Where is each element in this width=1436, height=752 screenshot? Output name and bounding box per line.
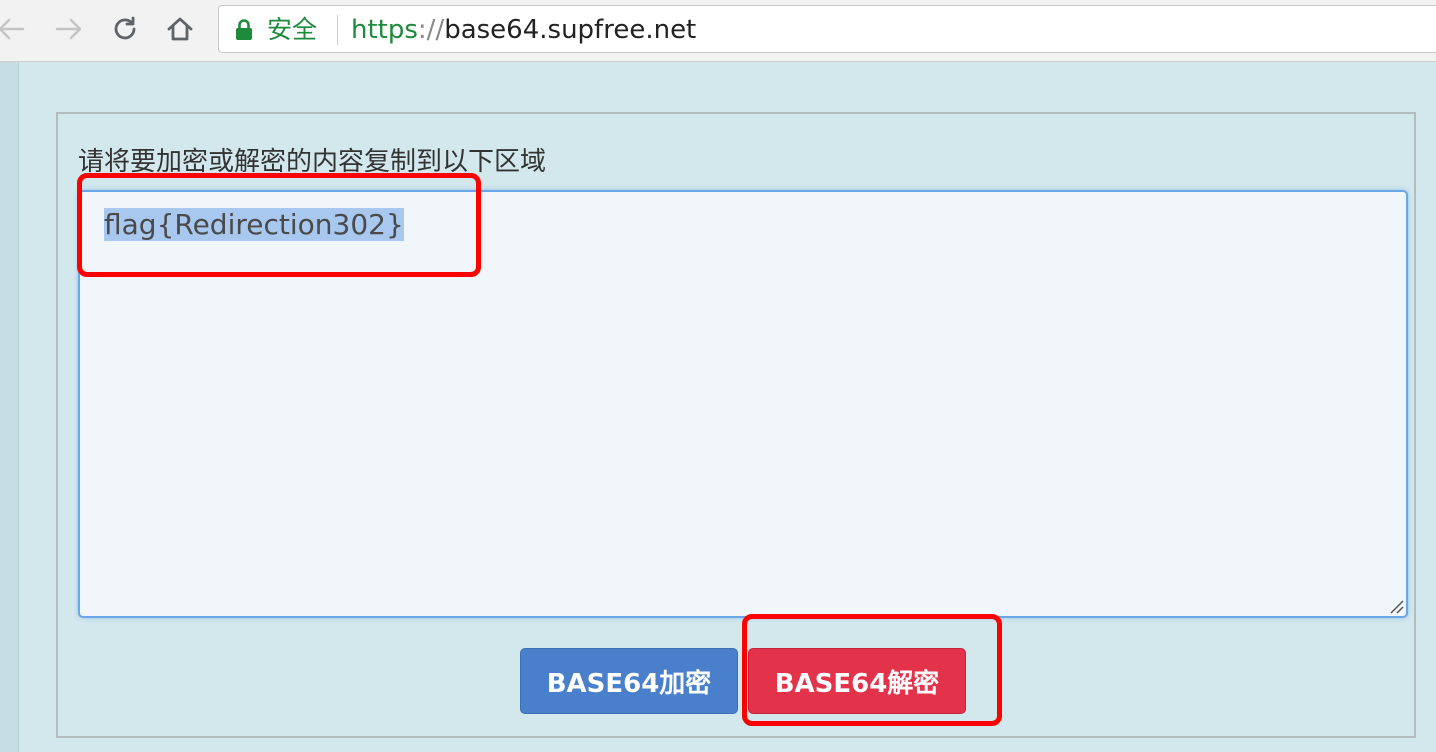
resize-handle-icon[interactable] xyxy=(1388,598,1404,614)
browser-toolbar: 安全 https://base64.supfree.net xyxy=(0,0,1436,62)
url-separator: :// xyxy=(417,15,445,45)
annotation-highlight-decode-button xyxy=(742,614,1002,726)
forward-button[interactable] xyxy=(52,12,86,46)
reload-icon xyxy=(114,16,136,40)
back-button[interactable] xyxy=(0,12,28,46)
lock-icon xyxy=(236,19,252,40)
address-bar[interactable]: 安全 https://base64.supfree.net xyxy=(218,5,1436,53)
annotation-highlight-text xyxy=(77,173,481,277)
home-button[interactable] xyxy=(163,12,197,46)
url-host: base64.supfree.net xyxy=(444,15,697,45)
left-edge xyxy=(0,62,19,752)
reload-button[interactable] xyxy=(108,12,142,46)
url-text: https://base64.supfree.net xyxy=(351,16,696,44)
arrow-right-icon xyxy=(55,18,82,40)
base64-encode-button[interactable]: BASE64加密 xyxy=(520,648,738,714)
home-icon xyxy=(167,17,193,41)
url-scheme: https xyxy=(351,15,418,45)
arrow-left-icon xyxy=(0,18,25,40)
address-divider xyxy=(337,15,338,45)
secure-label: 安全 xyxy=(267,15,318,44)
